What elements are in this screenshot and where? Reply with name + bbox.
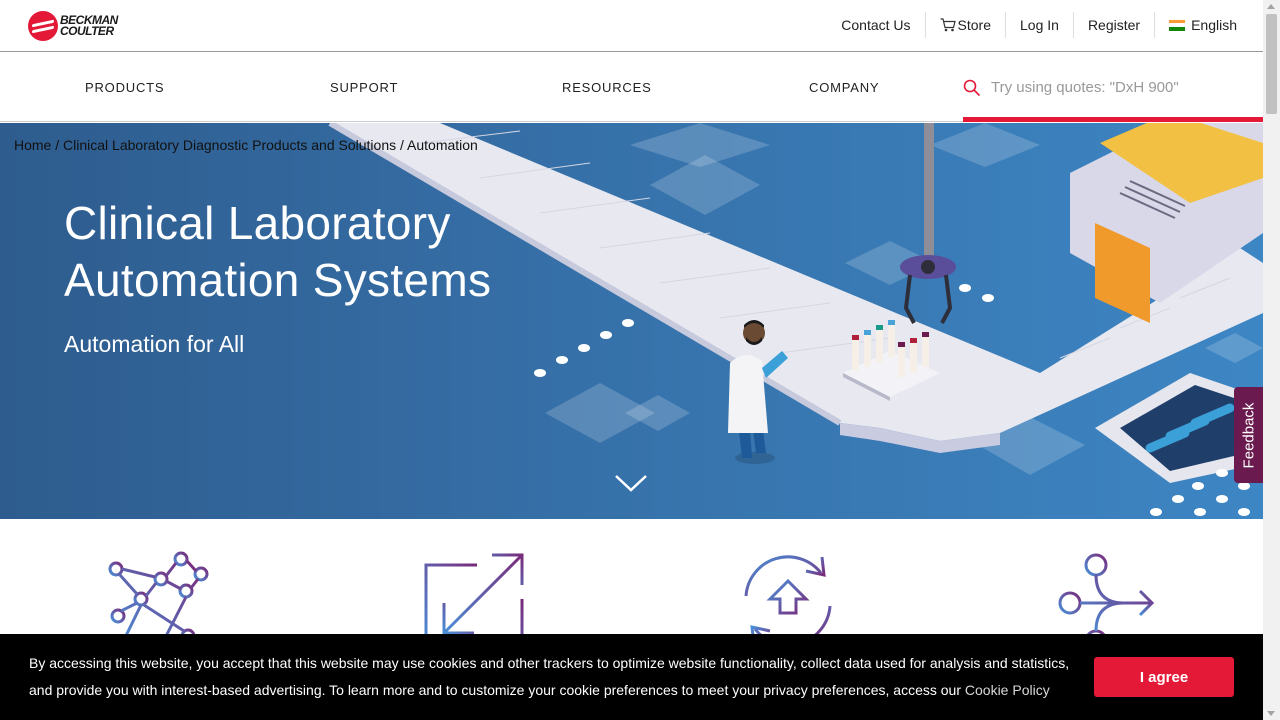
contact-us-link[interactable]: Contact Us <box>827 12 924 38</box>
nav-support[interactable]: SUPPORT <box>330 80 398 95</box>
top-utility-bar: BECKMAN COULTER Contact Us Store Log In … <box>0 0 1263 52</box>
agree-button[interactable]: I agree <box>1094 657 1234 697</box>
automation-illustration <box>328 123 1263 516</box>
beckman-coulter-logo[interactable]: BECKMAN COULTER <box>28 10 132 42</box>
cookie-consent-banner: By accessing this website, you accept th… <box>0 634 1263 720</box>
scrollbar-thumb[interactable] <box>1266 14 1277 114</box>
breadcrumb: Home / Clinical Laboratory Diagnostic Pr… <box>14 137 478 153</box>
breadcrumb-current: Automation <box>407 137 478 153</box>
india-flag-icon <box>1169 19 1186 31</box>
search-box <box>963 53 1263 122</box>
hero-title-line1: Clinical Laboratory <box>64 197 451 249</box>
feedback-tab[interactable]: Feedback <box>1234 387 1263 483</box>
cookie-policy-link[interactable]: Cookie Policy <box>965 682 1050 698</box>
hero-banner: Home / Clinical Laboratory Diagnostic Pr… <box>0 123 1263 519</box>
breadcrumb-home[interactable]: Home <box>14 137 51 153</box>
scroll-up-arrow-icon[interactable] <box>1267 4 1275 9</box>
main-navigation: PRODUCTS SUPPORT RESOURCES COMPANY <box>0 53 1263 122</box>
search-input[interactable] <box>991 75 1251 99</box>
hero-title: Clinical Laboratory Automation Systems <box>64 195 584 309</box>
store-label: Store <box>957 17 991 33</box>
cookie-message: By accessing this website, you accept th… <box>29 655 1070 698</box>
cart-icon <box>940 18 956 32</box>
breadcrumb-category[interactable]: Clinical Laboratory Diagnostic Products … <box>63 137 396 153</box>
language-label: English <box>1191 17 1237 33</box>
store-link[interactable]: Store <box>924 12 1005 38</box>
language-selector[interactable]: English <box>1154 12 1251 38</box>
logo-text-line2: COULTER <box>60 24 114 38</box>
hero-subtitle: Automation for All <box>64 331 245 357</box>
hero-title-line2: Automation Systems <box>64 254 492 306</box>
nav-company[interactable]: COMPANY <box>809 80 879 95</box>
scroll-down-arrow-icon[interactable] <box>1267 711 1275 716</box>
nav-products[interactable]: PRODUCTS <box>85 80 164 95</box>
utility-links: Contact Us Store Log In Register English <box>827 0 1251 50</box>
logo-mark-icon <box>28 11 58 41</box>
nav-resources[interactable]: RESOURCES <box>562 80 652 95</box>
search-icon[interactable] <box>963 79 981 97</box>
page-scrollbar[interactable] <box>1263 0 1280 720</box>
register-link[interactable]: Register <box>1072 12 1154 38</box>
login-link[interactable]: Log In <box>1005 12 1073 38</box>
scroll-down-chevron-icon[interactable] <box>614 473 648 493</box>
feature-icons-row <box>0 519 1263 651</box>
